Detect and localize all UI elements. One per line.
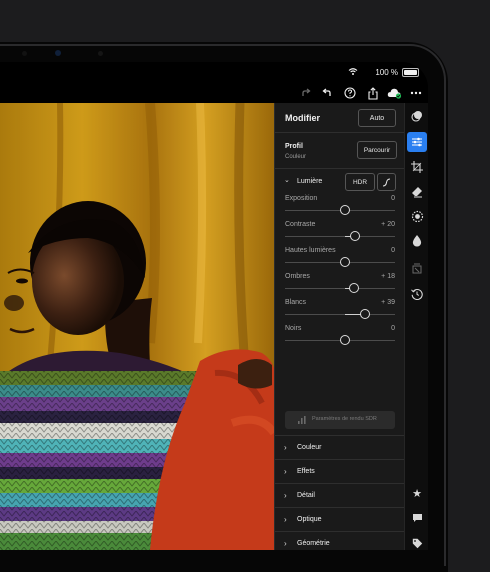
- battery-icon: [402, 68, 419, 77]
- chevron-right-icon: ›: [284, 467, 287, 476]
- section-title: Effets: [297, 468, 315, 475]
- section-header[interactable]: › Optique: [275, 507, 405, 532]
- slider-handle[interactable]: [350, 231, 360, 241]
- photo-canvas[interactable]: [0, 103, 274, 550]
- masking-icon[interactable]: [408, 207, 426, 225]
- app-screen: 100 % Modifier Auto Profil Couleur Parco…: [0, 62, 428, 550]
- slider-value: + 18: [381, 273, 395, 280]
- slider-value: + 20: [381, 221, 395, 228]
- slider-value: 0: [391, 195, 395, 202]
- slider-label: Hautes lumières: [285, 247, 336, 254]
- chevron-right-icon: ›: [284, 539, 287, 548]
- sdr-render-settings-label: Paramètres de rendu SDR: [312, 416, 377, 422]
- redo-icon[interactable]: [296, 84, 314, 102]
- comment-icon[interactable]: [408, 509, 426, 527]
- profile-value: Couleur: [285, 154, 307, 160]
- section-title: Géométrie: [297, 540, 330, 547]
- portrait-photo: [0, 103, 274, 550]
- tone-curve-button[interactable]: [377, 173, 396, 191]
- versions-icon[interactable]: [408, 260, 426, 278]
- chevron-right-icon: ›: [284, 515, 287, 524]
- slider-label: Blancs: [285, 299, 307, 306]
- slider-track[interactable]: [285, 257, 395, 267]
- auto-button[interactable]: Auto: [358, 109, 396, 127]
- presets-icon[interactable]: [408, 107, 426, 125]
- section-header[interactable]: › Géométrie: [275, 531, 405, 550]
- remove-icon[interactable]: [408, 232, 426, 250]
- battery-percentage: 100 %: [375, 68, 398, 77]
- panel-title: Modifier: [285, 113, 320, 123]
- slider-track[interactable]: [285, 205, 395, 215]
- cloud-sync-icon[interactable]: [385, 84, 403, 102]
- top-toolbar: [0, 82, 428, 104]
- slider-handle[interactable]: [340, 205, 350, 215]
- slider-handle[interactable]: [359, 309, 370, 319]
- hdr-button[interactable]: HDR: [345, 173, 375, 191]
- slider-label: Noirs: [285, 325, 302, 332]
- divider: [275, 132, 405, 133]
- slider-label: Contraste: [285, 221, 316, 228]
- section-title: Détail: [297, 492, 315, 499]
- slider-handle[interactable]: [340, 335, 350, 345]
- slider-value: + 39: [381, 299, 395, 306]
- sensor-icon: [22, 51, 27, 56]
- slider-track[interactable]: [285, 283, 395, 293]
- tone-curve-icon: [382, 178, 391, 186]
- edit-sliders-icon[interactable]: [407, 132, 427, 152]
- section-header[interactable]: › Effets: [275, 459, 405, 484]
- history-icon[interactable]: [408, 285, 426, 303]
- undo-icon[interactable]: [318, 84, 336, 102]
- slider-label: Exposition: [285, 195, 318, 202]
- section-title: Couleur: [297, 444, 322, 451]
- slider-handle[interactable]: [349, 283, 359, 293]
- slider-handle[interactable]: [340, 257, 350, 267]
- chevron-down-icon: ⌄: [284, 177, 290, 184]
- chart-icon: [298, 416, 306, 424]
- profile-label: Profil: [285, 143, 303, 150]
- browse-profiles-button[interactable]: Parcourir: [357, 141, 397, 159]
- chevron-right-icon: ›: [284, 491, 287, 500]
- healing-icon[interactable]: [408, 183, 426, 201]
- help-icon[interactable]: [341, 84, 359, 102]
- section-header[interactable]: › Couleur: [275, 435, 405, 460]
- more-icon[interactable]: [407, 84, 425, 102]
- crop-icon[interactable]: [408, 158, 426, 176]
- slider-track[interactable]: [285, 309, 395, 319]
- chevron-right-icon: ›: [284, 443, 287, 452]
- edit-panel: Modifier Auto Profil Couleur Parcourir ⌄…: [274, 103, 405, 550]
- slider-track[interactable]: [285, 335, 395, 345]
- sensor-icon: [98, 51, 103, 56]
- tool-rail: ★: [404, 103, 428, 550]
- section-title: Optique: [297, 516, 322, 523]
- slider-value: 0: [391, 325, 395, 332]
- slider-value: 0: [391, 247, 395, 254]
- wifi-icon: [348, 68, 358, 75]
- camera-icon: [55, 50, 61, 56]
- light-section-title: Lumière: [297, 178, 323, 185]
- slider-label: Ombres: [285, 273, 310, 280]
- star-icon[interactable]: ★: [408, 484, 426, 502]
- status-bar: 100 %: [0, 62, 428, 82]
- sdr-render-settings-button[interactable]: Paramètres de rendu SDR: [285, 411, 395, 429]
- tag-icon[interactable]: [408, 534, 426, 550]
- share-icon[interactable]: [364, 84, 382, 102]
- slider-track[interactable]: [285, 231, 395, 241]
- section-header[interactable]: › Détail: [275, 483, 405, 508]
